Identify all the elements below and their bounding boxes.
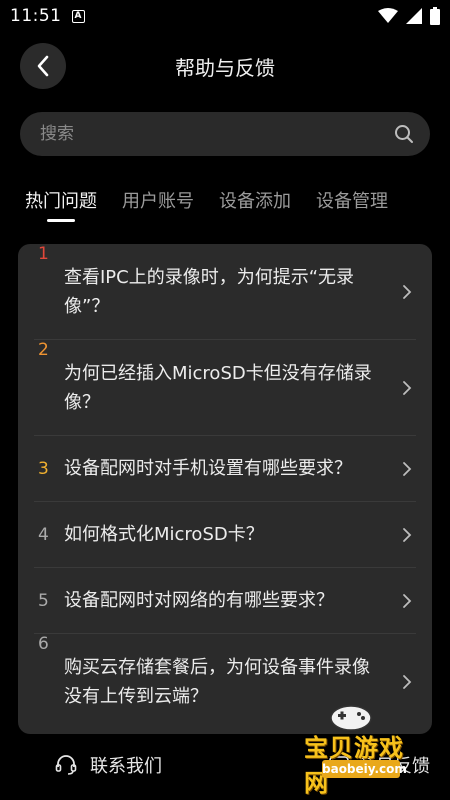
contact-us-label: 联系我们 [90, 756, 162, 777]
battery-icon [430, 7, 440, 25]
watermark-url: baobeiy.com [322, 760, 407, 778]
faq-question: 设备配网时对网络的有哪些要求？ [64, 590, 334, 611]
search-icon[interactable] [394, 124, 414, 144]
watermark-logo: 宝贝游戏网 baobeiy.com [272, 700, 422, 797]
faq-item[interactable]: 3 设备配网时对手机设置有哪些要求？ [34, 436, 416, 502]
chevron-right-icon [403, 284, 412, 299]
wifi-icon [378, 8, 398, 23]
chevron-right-icon [403, 675, 412, 689]
page-title: 帮助与反馈 [175, 56, 275, 80]
faq-item[interactable]: 1 查看IPC上的录像时，为何提示“无录像”？ [34, 244, 416, 340]
tab-device-add[interactable]: 设备添加 [219, 186, 291, 226]
header: 帮助与反馈 [0, 36, 450, 96]
tab-user-account[interactable]: 用户账号 [122, 186, 194, 226]
faq-question: 设备配网时对手机设置有哪些要求？ [64, 458, 352, 479]
faq-number: 1 [38, 244, 49, 264]
search-input[interactable] [40, 124, 394, 144]
faq-question: 如何格式化MicroSD卡？ [64, 524, 264, 545]
faq-question: 查看IPC上的录像时，为何提示“无录像”？ [64, 266, 355, 317]
faq-number: 4 [38, 524, 49, 545]
status-bar: 11:51 A [0, 0, 450, 32]
faq-number: 3 [38, 458, 49, 479]
chevron-right-icon [403, 461, 412, 476]
chevron-right-icon [403, 380, 412, 395]
contact-us-button[interactable]: 联系我们 [54, 752, 162, 778]
faq-number: 6 [38, 634, 49, 654]
chevron-right-icon [403, 527, 412, 542]
tab-hot-questions[interactable]: 热门问题 [25, 186, 97, 226]
faq-question: 为何已经插入MicroSD卡但没有存储录像？ [64, 362, 372, 413]
headset-icon [55, 755, 77, 775]
faq-item[interactable]: 2 为何已经插入MicroSD卡但没有存储录像？ [34, 340, 416, 436]
status-time: 11:51 [10, 6, 62, 26]
faq-number: 5 [38, 590, 49, 611]
search-bar[interactable] [20, 112, 430, 156]
faq-card: 1 查看IPC上的录像时，为何提示“无录像”？ 2 为何已经插入MicroSD卡… [18, 244, 432, 734]
chevron-right-icon [403, 593, 412, 608]
notification-a-icon: A [71, 9, 85, 23]
status-icons [378, 7, 440, 25]
category-tabs: 热门问题 用户账号 设备添加 设备管理 [0, 186, 450, 230]
faq-item[interactable]: 5 设备配网时对网络的有哪些要求？ [34, 568, 416, 634]
faq-item[interactable]: 4 如何格式化MicroSD卡？ [34, 502, 416, 568]
faq-number: 2 [38, 340, 49, 360]
signal-icon [406, 8, 422, 24]
tab-device-manage[interactable]: 设备管理 [316, 186, 388, 226]
